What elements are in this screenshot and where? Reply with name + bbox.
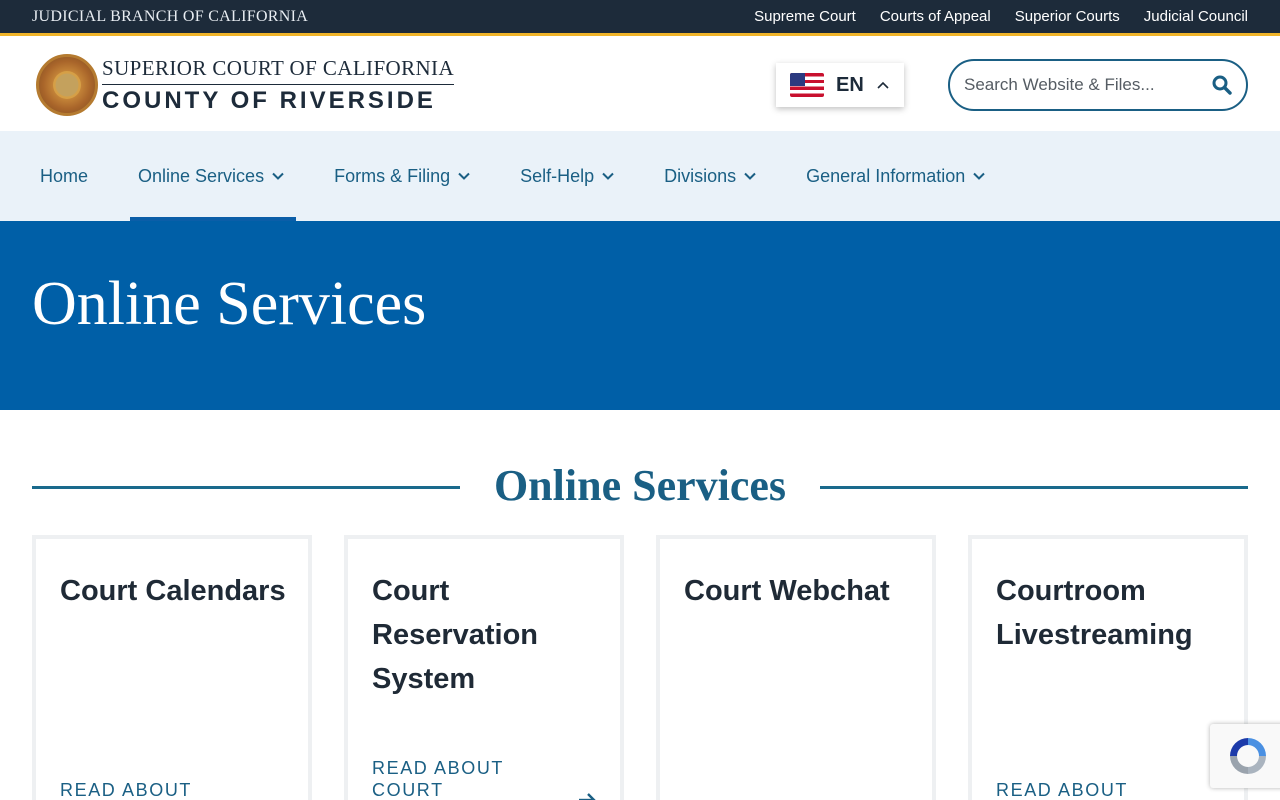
- recaptcha-icon: [1230, 738, 1266, 774]
- chevron-down-icon: [744, 169, 756, 183]
- card-read-more-link[interactable]: READ ABOUT: [996, 779, 1186, 800]
- chevron-down-icon: [973, 169, 985, 183]
- site-search: [948, 59, 1248, 111]
- judicial-branch-brand[interactable]: JUDICIAL BRANCH OF CALIFORNIA: [32, 8, 308, 26]
- utility-link-superior-courts[interactable]: Superior Courts: [1015, 8, 1120, 25]
- service-cards: Court Calendars READ ABOUT Court Reserva…: [32, 535, 1248, 800]
- chevron-down-icon: [458, 169, 470, 183]
- search-icon[interactable]: [1212, 75, 1232, 95]
- court-logo[interactable]: SUPERIOR COURT OF CALIFORNIA COUNTY OF R…: [36, 54, 455, 116]
- section-heading: Online Services: [32, 460, 1248, 516]
- nav-item-label: General Information: [806, 165, 966, 186]
- language-code: EN: [836, 73, 864, 96]
- nav-item-label: Divisions: [664, 165, 737, 186]
- nav-item-label: Home: [40, 165, 89, 186]
- card-title: Court Webchat: [684, 575, 890, 607]
- chevron-up-icon: [876, 77, 890, 93]
- divider-right: [820, 486, 1248, 489]
- logo-line-county: COUNTY OF RIVERSIDE: [102, 86, 436, 114]
- chevron-down-icon: [602, 169, 614, 183]
- us-flag-icon: [790, 73, 824, 97]
- nav-item-divisions[interactable]: Divisions: [664, 131, 756, 221]
- search-input[interactable]: [964, 75, 1204, 95]
- card-read-more-link[interactable]: READ ABOUT: [60, 779, 250, 800]
- recaptcha-badge[interactable]: [1210, 724, 1280, 788]
- utility-link-judicial-council[interactable]: Judicial Council: [1144, 8, 1248, 25]
- card-court-webchat[interactable]: Court Webchat: [656, 535, 936, 800]
- utility-link-supreme-court[interactable]: Supreme Court: [754, 8, 856, 25]
- logo-line-court: SUPERIOR COURT OF CALIFORNIA: [102, 56, 455, 85]
- nav-item-label: Forms & Filing: [334, 165, 451, 186]
- nav-item-label: Self-Help: [520, 165, 595, 186]
- utility-bar: JUDICIAL BRANCH OF CALIFORNIA Supreme Co…: [0, 0, 1280, 36]
- logo-text: SUPERIOR COURT OF CALIFORNIA COUNTY OF R…: [102, 56, 455, 115]
- card-title: Court Calendars: [60, 575, 286, 607]
- card-courtroom-livestreaming[interactable]: Courtroom Livestreaming READ ABOUT: [968, 535, 1248, 800]
- nav-item-forms-filing[interactable]: Forms & Filing: [334, 131, 470, 221]
- card-court-reservation-system[interactable]: Court Reservation System READ ABOUT COUR…: [344, 535, 624, 800]
- main-navigation: Home Online Services Forms & Filing Self…: [0, 131, 1280, 221]
- language-selector[interactable]: EN: [776, 63, 904, 107]
- card-court-calendars[interactable]: Court Calendars READ ABOUT: [32, 535, 312, 800]
- utility-link-courts-of-appeal[interactable]: Courts of Appeal: [880, 8, 991, 25]
- nav-item-label: Online Services: [138, 165, 265, 186]
- card-title: Courtroom Livestreaming: [996, 575, 1193, 651]
- nav-item-general-information[interactable]: General Information: [806, 131, 985, 221]
- arrow-right-icon[interactable]: [578, 791, 596, 800]
- site-header: SUPERIOR COURT OF CALIFORNIA COUNTY OF R…: [0, 39, 1280, 131]
- card-title: Court Reservation System: [372, 575, 539, 695]
- california-seal-icon: [36, 54, 98, 116]
- hero-banner: Online Services: [0, 221, 1280, 410]
- nav-item-online-services[interactable]: Online Services: [130, 131, 297, 221]
- card-read-more-link[interactable]: READ ABOUT COURT: [372, 757, 542, 800]
- page-title: Online Services: [32, 270, 427, 338]
- nav-item-self-help[interactable]: Self-Help: [520, 131, 614, 221]
- nav-item-home[interactable]: Home: [40, 131, 88, 221]
- utility-links: Supreme Court Courts of Appeal Superior …: [754, 8, 1248, 25]
- chevron-down-icon: [272, 169, 284, 183]
